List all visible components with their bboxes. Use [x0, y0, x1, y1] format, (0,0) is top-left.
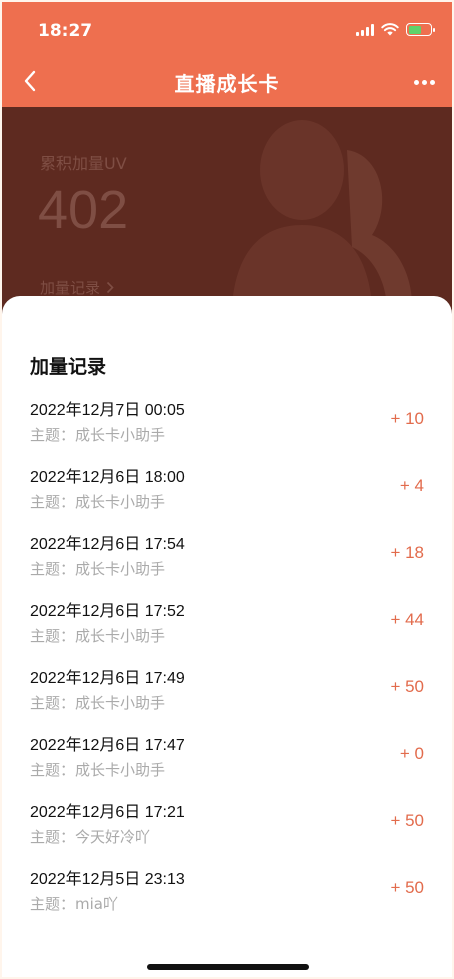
record-topic: 主题：成长卡小助手 — [30, 761, 166, 779]
record-topic: 主题：成长卡小助手 — [30, 694, 166, 712]
records-link[interactable]: 加量记录 — [40, 277, 114, 298]
uv-summary-card: 累积加量UV 402 加量记录 — [2, 107, 452, 327]
record-amount: + 50 — [390, 811, 424, 830]
uv-label: 累积加量UV — [40, 154, 127, 173]
home-indicator[interactable] — [147, 964, 309, 970]
record-date: 2022年12月6日 18:00 — [30, 469, 185, 486]
record-topic: 主题：成长卡小助手 — [30, 493, 166, 511]
wifi-icon — [381, 23, 399, 36]
record-topic: 主题：成长卡小助手 — [30, 627, 166, 645]
status-icons — [356, 23, 435, 36]
records-sheet: 加量记录 2022年12月7日 00:05 主题：成长卡小助手 + 10 202… — [2, 296, 452, 977]
list-item: 2022年12月6日 17:54 主题：成长卡小助手 + 18 — [2, 516, 452, 583]
list-item: 2022年12月7日 00:05 主题：成长卡小助手 + 10 — [2, 382, 452, 449]
record-topic: 主题：mia吖 — [30, 895, 118, 913]
record-date: 2022年12月6日 17:54 — [30, 536, 185, 553]
record-amount: + 0 — [399, 744, 424, 763]
list-item: 2022年12月6日 17:47 主题：成长卡小助手 + 0 — [2, 717, 452, 784]
record-date: 2022年12月6日 17:49 — [30, 670, 185, 687]
list-item: 2022年12月6日 17:52 主题：成长卡小助手 + 44 — [2, 583, 452, 650]
record-topic: 主题：成长卡小助手 — [30, 426, 166, 444]
record-date: 2022年12月6日 17:21 — [30, 804, 185, 821]
record-date: 2022年12月6日 17:52 — [30, 603, 185, 620]
top-bar: 18:27 直播成长卡 — [2, 2, 452, 107]
more-button[interactable] — [410, 69, 438, 95]
record-date: 2022年12月6日 17:47 — [30, 737, 185, 754]
more-dots-icon — [413, 79, 419, 85]
record-date: 2022年12月7日 00:05 — [30, 402, 185, 419]
chevron-right-icon — [106, 281, 114, 294]
uv-value: 402 — [38, 180, 129, 240]
person-silhouette-icon — [232, 120, 412, 305]
phone-screen: 18:27 直播成长卡 累积加量UV 402 加量记录 加量记录 2022年12… — [2, 2, 452, 977]
status-time: 18:27 — [38, 21, 93, 41]
sheet-title: 加量记录 — [30, 356, 107, 378]
records-list: 2022年12月7日 00:05 主题：成长卡小助手 + 10 2022年12月… — [2, 382, 452, 918]
record-amount: + 10 — [390, 409, 424, 428]
record-amount: + 50 — [390, 878, 424, 897]
record-topic: 主题：成长卡小助手 — [30, 560, 166, 578]
record-amount: + 4 — [399, 476, 424, 495]
record-date: 2022年12月5日 23:13 — [30, 871, 185, 888]
list-item: 2022年12月6日 17:49 主题：成长卡小助手 + 50 — [2, 650, 452, 717]
page-title: 直播成长卡 — [174, 72, 280, 96]
list-item: 2022年12月6日 18:00 主题：成长卡小助手 + 4 — [2, 449, 452, 516]
signal-icon — [356, 23, 374, 36]
list-item: 2022年12月5日 23:13 主题：mia吖 + 50 — [2, 851, 452, 918]
record-topic: 主题：今天好冷吖 — [30, 828, 151, 846]
record-amount: + 18 — [390, 543, 424, 562]
battery-icon — [406, 23, 435, 36]
record-amount: + 44 — [390, 610, 424, 629]
list-item: 2022年12月6日 17:21 主题：今天好冷吖 + 50 — [2, 784, 452, 851]
records-link-label: 加量记录 — [40, 279, 101, 297]
record-amount: + 50 — [390, 677, 424, 696]
